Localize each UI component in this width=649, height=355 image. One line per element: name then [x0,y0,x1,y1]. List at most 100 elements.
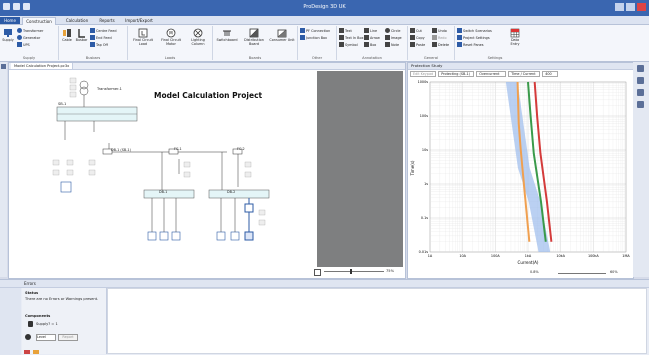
transformer-symbol[interactable] [79,80,89,107]
group-label: Supply [22,56,36,60]
consumer-unit-icon [277,29,287,38]
selected-device[interactable] [244,203,254,213]
edit-keypad-button[interactable]: Edit Keypad [410,71,437,77]
delete-button[interactable]: Delete [432,42,449,47]
svg-text:M: M [169,31,173,36]
project-settings-button[interactable]: Project Settings [457,35,490,40]
arrow-icon [364,35,369,40]
time-current-select[interactable]: Time / Current [508,71,541,77]
group-annotation: Text Text In Box Symbol Line Arrow Box C… [337,26,408,60]
single-line-diagram[interactable] [9,70,309,270]
note-button[interactable]: Note [385,42,399,47]
panel-icon[interactable] [1,64,6,69]
x-tick-label: 1kA [525,254,532,258]
cable-button[interactable]: Cable [61,28,73,43]
link-icon[interactable] [637,89,644,96]
chart-zoom-slider[interactable] [558,273,606,274]
db1-board[interactable] [143,189,195,199]
symbol-button[interactable]: Symbol [339,42,358,47]
y-tick-label: 1s [424,182,428,186]
overcurrent-select[interactable]: Overcurrent [476,71,507,77]
report-button[interactable]: Report [58,334,78,341]
db2-board[interactable] [208,189,270,199]
pf-connection-button[interactable]: PF Connection [300,28,330,33]
status-label: Status [25,291,39,295]
generator-button[interactable]: Generator [17,35,40,40]
final-circuit-load-button[interactable]: Final Circuit Load [130,28,156,46]
tools-icon[interactable] [637,77,644,84]
component-item[interactable]: Supply? = 1 [36,322,58,326]
lighting-icon [193,28,203,38]
switch-scenarios-button[interactable]: Switch Scenarios [457,28,492,33]
junction-box-button[interactable]: Junction Box [300,35,327,40]
busbar-button[interactable]: Busbar [75,28,88,43]
chart-zoom-level: 60% [610,270,618,274]
busbar-icon [77,29,85,38]
lighting-column-button[interactable]: Lighting Column [186,28,210,46]
level-select[interactable]: Level [36,334,56,341]
properties-icon[interactable] [637,65,644,72]
components-label: Components [25,314,51,318]
load-icon [138,28,148,38]
tab-home[interactable]: Home [0,17,20,24]
consumer-unit-button[interactable]: Consumer Unit [269,28,295,43]
cable-icon [63,29,71,37]
errors-sidebar: Status There are no Errors or Warnings p… [22,288,107,354]
tab-calculation[interactable]: Calculation [62,17,92,24]
tab-reports[interactable]: Reports [94,17,120,24]
error-marker-icon [24,350,30,354]
fit-icon[interactable] [314,269,321,276]
zoom-slider[interactable] [324,271,384,272]
cut-button[interactable]: Cut [410,28,422,33]
circle-button[interactable]: Circle [385,28,401,33]
text-in-box-button[interactable]: Text In Box [339,35,363,40]
transformer-button[interactable]: Transformer [17,28,43,33]
distribution-board-button[interactable]: Distribution Board [241,28,267,46]
close-button[interactable] [637,3,646,11]
zoom-thumb[interactable] [350,269,352,274]
centre-feed-button[interactable]: Centre Feed [90,28,117,33]
final-circuit-motor-button[interactable]: M Final Circuit Motor [158,28,184,46]
image-button[interactable]: Image [385,35,402,40]
x-tick-label: 1A [428,254,433,258]
ups-button[interactable]: UPS [17,42,30,47]
paste-button[interactable]: Paste [410,42,425,47]
group-label: Busbars [85,56,101,60]
x-tick-label: 100A [491,254,500,258]
tab-construction[interactable]: Construction [22,17,56,25]
undo-icon [432,28,437,33]
title-bar: ProDesign 3D UK [0,0,649,16]
ribbon-tabs: Home Construction Calculation Reports Im… [0,16,649,25]
protecting-select[interactable]: Protecting (SB-1) [438,71,475,77]
copy-icon [410,35,415,40]
box-button[interactable]: Box [364,42,376,47]
motor-icon: M [166,28,176,38]
scale-input[interactable]: 400 [542,71,559,77]
undo-button[interactable]: Undo [432,28,447,33]
text-button[interactable]: Text [339,28,352,33]
line-icon [364,28,369,33]
data-entry-button[interactable]: Data Entry [507,28,523,46]
end-feed-button[interactable]: End Feed [90,35,112,40]
label-db2: DB-2 [227,190,236,194]
switchboard-button[interactable]: Switchboard [215,28,239,43]
errors-pane: Errors Status There are no Errors or War… [0,279,649,355]
tap-off-button[interactable]: Tap Off [90,42,108,47]
table-icon[interactable] [637,101,644,108]
line-button[interactable]: Line [364,28,377,33]
reset-panes-button[interactable]: Reset Panes [457,42,484,47]
redo-button[interactable]: Redo [432,35,447,40]
reset-panes-icon [457,42,462,47]
db-drops [151,198,236,232]
supply-component-icon [28,321,33,327]
tab-model-calculation-project[interactable]: Model Calculation Project.pc3x [11,63,74,69]
maximize-button[interactable] [626,3,635,11]
minimize-button[interactable] [615,3,624,11]
tab-import-export[interactable]: Import/Export [122,17,156,24]
y-tick-label: 0.01s [419,250,429,254]
supply-button[interactable]: Supply [2,28,14,43]
protection-curve-chart[interactable]: 1A 10A 100A 1kA 10kA 100kA 1MA 1000s 100s 10s 1s 0… [408,78,633,268]
arrow-button[interactable]: Arrow [364,35,380,40]
copy-button[interactable]: Copy [410,35,425,40]
help-icon[interactable] [25,334,31,340]
